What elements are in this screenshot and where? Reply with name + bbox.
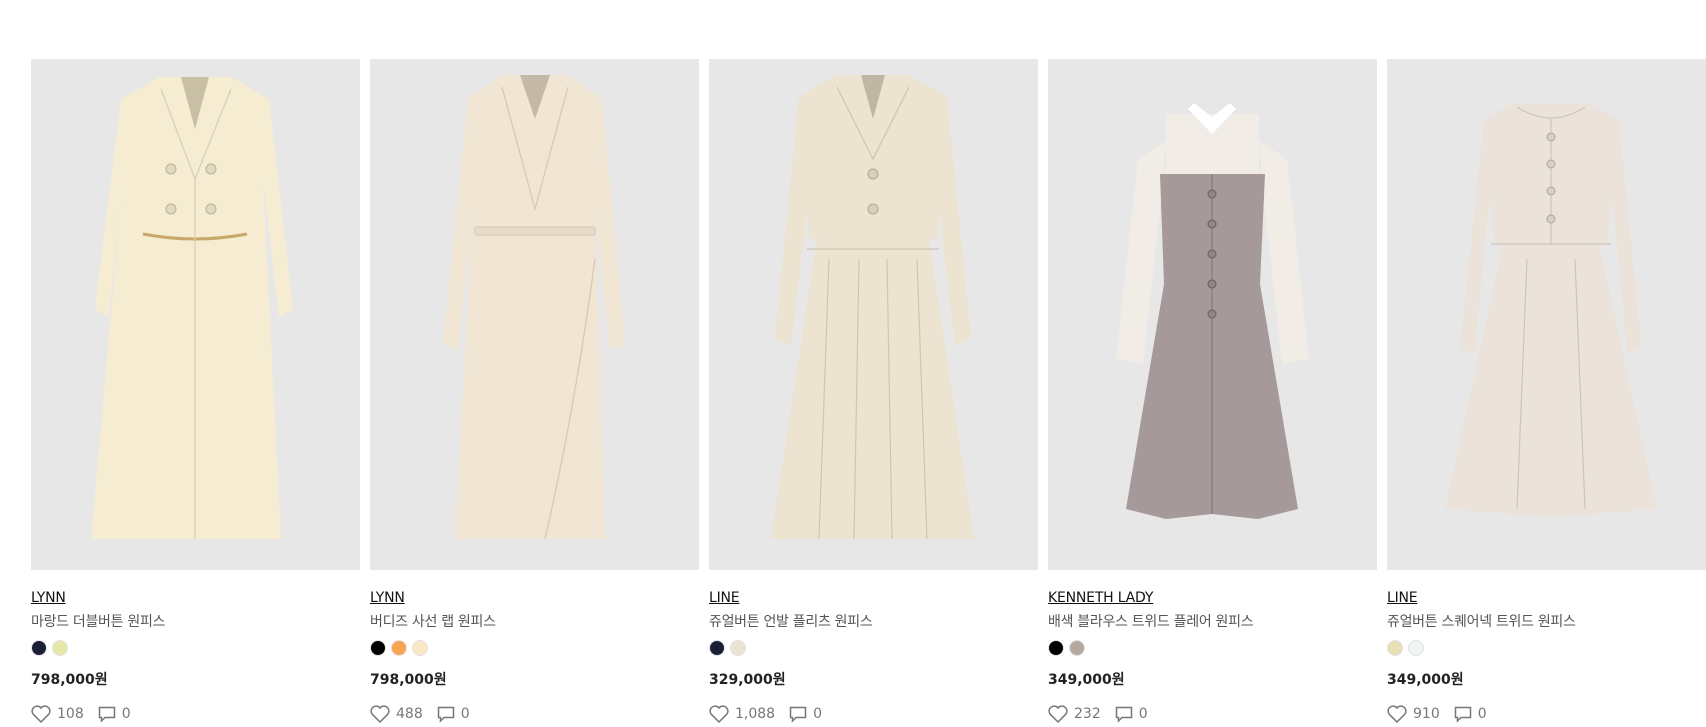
product-name[interactable]: 배색 블라우스 트위드 플레어 원피스 (1048, 613, 1377, 631)
comment-icon (437, 706, 454, 723)
color-swatches (1387, 640, 1706, 656)
tweed-blouse-dress-illustration (1116, 103, 1309, 519)
tweed-jacket-dress-illustration (1445, 104, 1657, 517)
product-meta: 910 0 (1387, 704, 1706, 724)
product-image[interactable] (709, 59, 1038, 570)
product-price: 349,000원 (1387, 672, 1464, 688)
product-grid: LYNN 마랑드 더블버튼 원피스 798,000원 108 0 LYNN 버디… (31, 59, 1706, 724)
color-swatch[interactable] (52, 640, 68, 656)
color-swatch[interactable] (412, 640, 428, 656)
product-card[interactable]: KENNETH LADY 배색 블라우스 트위드 플레어 원피스 349,000… (1048, 59, 1377, 724)
product-price: 798,000원 (370, 672, 447, 688)
color-swatch[interactable] (391, 640, 407, 656)
brand-link[interactable]: LYNN (31, 589, 66, 607)
color-swatches (709, 640, 1038, 656)
brand-link[interactable]: LINE (1387, 589, 1418, 607)
dress-coat-illustration (91, 77, 293, 539)
comment-count: 0 (1138, 706, 1148, 722)
product-meta: 488 0 (370, 704, 699, 724)
jacket-dress-illustration (771, 75, 974, 540)
color-swatch[interactable] (1048, 640, 1064, 656)
heart-icon (1048, 705, 1068, 723)
heart-icon (31, 705, 51, 723)
like-button[interactable]: 910 (1387, 705, 1440, 723)
product-image[interactable] (1387, 59, 1706, 570)
color-swatch[interactable] (31, 640, 47, 656)
like-button[interactable]: 108 (31, 705, 84, 723)
product-name[interactable]: 쥬얼버튼 언발 플리츠 원피스 (709, 613, 1038, 631)
product-meta: 108 0 (31, 704, 360, 724)
comment-icon (789, 706, 807, 723)
product-card[interactable]: LYNN 마랑드 더블버튼 원피스 798,000원 108 0 (31, 59, 360, 724)
like-button[interactable]: 1,088 (709, 705, 775, 723)
product-name[interactable]: 버디즈 사선 랩 원피스 (370, 613, 699, 631)
comment-button[interactable]: 0 (1454, 706, 1487, 723)
product-image[interactable] (370, 59, 699, 570)
comment-icon (98, 706, 115, 723)
color-swatches (370, 640, 699, 656)
brand-link[interactable]: KENNETH LADY (1048, 589, 1153, 607)
comment-count: 0 (1477, 706, 1487, 722)
heart-icon (709, 705, 729, 723)
comment-icon (1454, 706, 1471, 723)
product-card[interactable]: LINE 쥬얼버튼 스퀘어넥 트위드 원피스 349,000원 910 0 (1387, 59, 1706, 724)
comment-button[interactable]: 0 (789, 706, 822, 723)
like-count: 1,088 (735, 706, 776, 722)
product-price: 798,000원 (31, 672, 108, 688)
like-count: 488 (396, 706, 423, 722)
product-meta: 1,088 0 (709, 704, 1038, 724)
brand-link[interactable]: LINE (709, 589, 740, 607)
comment-button[interactable]: 0 (98, 706, 131, 723)
color-swatches (31, 640, 360, 656)
like-count: 232 (1074, 706, 1101, 722)
heart-icon (370, 705, 390, 723)
product-card[interactable]: LYNN 버디즈 사선 랩 원피스 798,000원 488 0 (370, 59, 699, 724)
like-button[interactable]: 488 (370, 705, 423, 723)
color-swatch[interactable] (370, 640, 386, 656)
comment-count: 0 (121, 706, 131, 722)
product-meta: 232 0 (1048, 704, 1377, 724)
product-image[interactable] (31, 59, 360, 570)
product-name[interactable]: 쥬얼버튼 스퀘어넥 트위드 원피스 (1387, 613, 1706, 631)
comment-button[interactable]: 0 (437, 706, 470, 723)
color-swatches (1048, 640, 1377, 656)
comment-count: 0 (460, 706, 470, 722)
color-swatch[interactable] (730, 640, 746, 656)
product-card[interactable]: LINE 쥬얼버튼 언발 플리츠 원피스 329,000원 1,088 0 (709, 59, 1038, 724)
color-swatch[interactable] (1408, 640, 1424, 656)
color-swatch[interactable] (1069, 640, 1085, 656)
product-price: 349,000원 (1048, 672, 1125, 688)
like-count: 108 (57, 706, 84, 722)
product-image[interactable] (1048, 59, 1377, 570)
comment-icon (1115, 706, 1132, 723)
comment-button[interactable]: 0 (1115, 706, 1148, 723)
color-swatch[interactable] (1387, 640, 1403, 656)
product-name[interactable]: 마랑드 더블버튼 원피스 (31, 613, 360, 631)
heart-icon (1387, 705, 1407, 723)
product-price: 329,000원 (709, 672, 786, 688)
wrap-dress-illustration (443, 75, 625, 540)
like-button[interactable]: 232 (1048, 705, 1101, 723)
comment-count: 0 (813, 706, 823, 722)
color-swatch[interactable] (709, 640, 725, 656)
like-count: 910 (1413, 706, 1440, 722)
brand-link[interactable]: LYNN (370, 589, 405, 607)
